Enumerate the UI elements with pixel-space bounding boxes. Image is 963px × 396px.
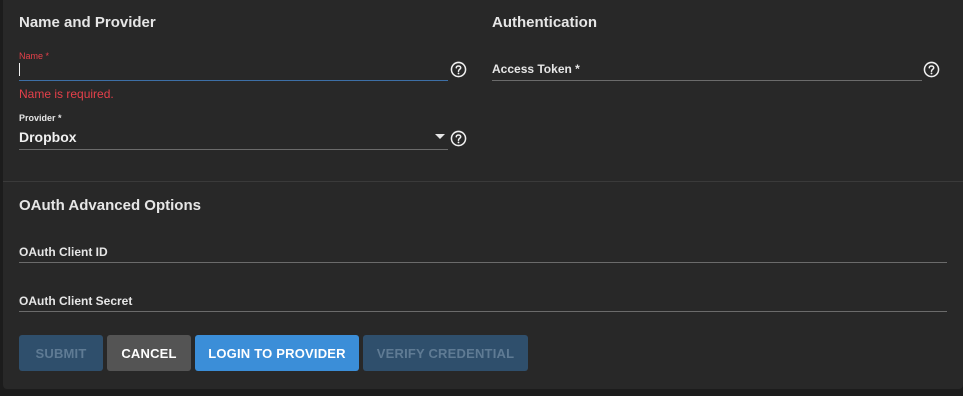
name-error-message: Name is required. [19, 87, 114, 101]
provider-field-label: Provider * [19, 113, 62, 123]
help-circle-icon[interactable] [450, 61, 467, 78]
cloud-credential-form: Name and Provider Name * Name is require… [3, 0, 963, 389]
help-circle-icon[interactable] [450, 130, 467, 147]
submit-button[interactable]: SUBMIT [19, 335, 103, 371]
authentication-section-title: Authentication [492, 14, 597, 31]
name-field-underline [19, 80, 448, 81]
help-circle-icon[interactable] [923, 61, 940, 78]
oauth-section-title: OAuth Advanced Options [19, 197, 201, 214]
provider-select[interactable]: Dropbox [19, 125, 448, 148]
oauth-client-secret-input[interactable] [19, 289, 947, 311]
oauth-client-id-underline [19, 262, 947, 263]
oauth-client-id-input[interactable] [19, 240, 947, 262]
login-to-provider-button[interactable]: LOGIN TO PROVIDER [195, 335, 359, 371]
section-divider [3, 181, 963, 182]
name-input[interactable] [19, 60, 448, 80]
oauth-client-secret-underline [19, 311, 947, 312]
provider-field-underline [19, 149, 448, 150]
provider-selected-value: Dropbox [19, 129, 77, 145]
access-token-input[interactable] [492, 58, 922, 80]
caret-down-icon [435, 134, 445, 139]
access-token-field-underline [492, 80, 922, 81]
cancel-button[interactable]: CANCEL [107, 335, 191, 371]
text-caret [19, 63, 20, 76]
verify-credential-button[interactable]: VERIFY CREDENTIAL [363, 335, 528, 371]
name-provider-section-title: Name and Provider [19, 14, 156, 31]
